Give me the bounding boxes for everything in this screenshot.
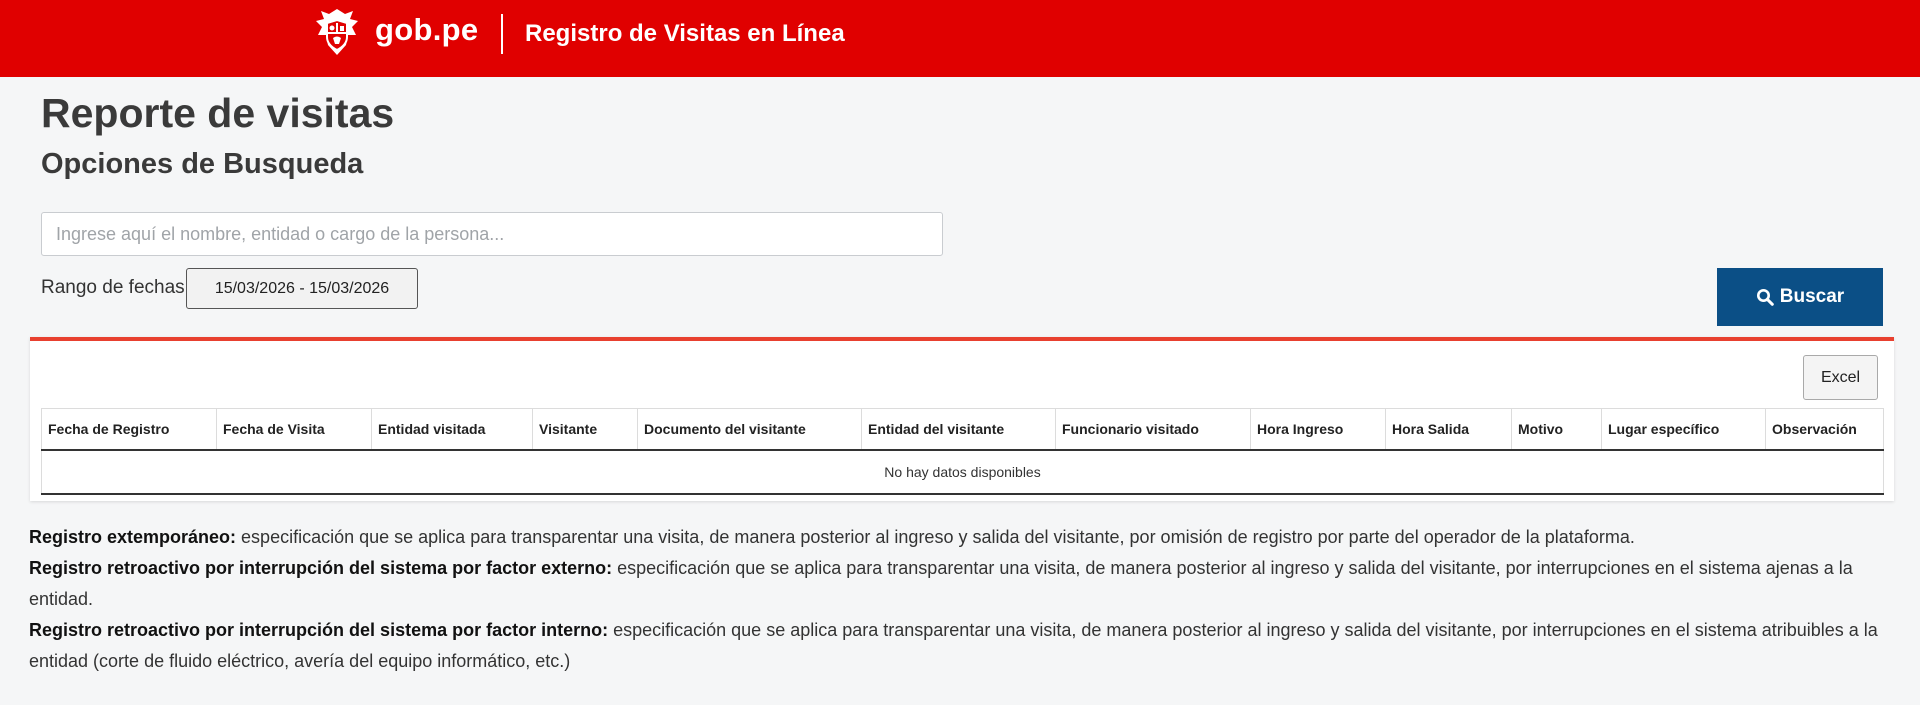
search-button[interactable]: Buscar [1717, 268, 1883, 326]
note-extemporaneo: Registro extemporáneo: especificación qu… [29, 522, 1899, 553]
column-header-funcionario-visitado[interactable]: Funcionario visitado [1055, 408, 1251, 451]
note-text: especificación que se aplica para transp… [236, 527, 1635, 547]
note-term: Registro retroactivo por interrupción de… [29, 620, 609, 640]
date-range-label: Rango de fechas [41, 277, 185, 298]
empty-table-message: No hay datos disponibles [41, 450, 1884, 495]
peru-coat-of-arms-icon[interactable] [310, 7, 364, 59]
note-retroactivo-interno: Registro retroactivo por interrupción de… [29, 615, 1899, 677]
note-term: Registro extemporáneo: [29, 527, 237, 547]
search-button-label: Buscar [1779, 286, 1845, 307]
column-header-visitante[interactable]: Visitante [532, 408, 638, 451]
search-input[interactable] [41, 212, 943, 256]
column-header-motivo[interactable]: Motivo [1511, 408, 1602, 451]
column-header-fecha-registro[interactable]: Fecha de Registro [41, 408, 217, 451]
column-header-entidad-visitante[interactable]: Entidad del visitante [861, 408, 1056, 451]
column-header-documento-visitante[interactable]: Documento del visitante [637, 408, 862, 451]
column-header-observacion[interactable]: Observación [1765, 408, 1884, 451]
table-row: No hay datos disponibles [41, 450, 1884, 495]
date-range-picker[interactable]: 15/03/2026 - 15/03/2026 [186, 268, 418, 309]
page-title: Reporte de visitas [41, 90, 395, 136]
column-header-entidad-visitada[interactable]: Entidad visitada [371, 408, 533, 451]
column-header-lugar-especifico[interactable]: Lugar específico [1601, 408, 1766, 451]
note-term: Registro retroactivo por interrupción de… [29, 558, 613, 578]
results-panel: Excel Fecha de Registro Fecha de Visita … [30, 337, 1894, 501]
visits-table: Fecha de Registro Fecha de Visita Entida… [41, 408, 1884, 495]
table-header-row: Fecha de Registro Fecha de Visita Entida… [41, 408, 1884, 451]
top-navigation-bar: gob.pe Registro de Visitas en Línea [0, 0, 1920, 77]
excel-export-button[interactable]: Excel [1803, 355, 1878, 400]
search-options-title: Opciones de Busqueda [41, 148, 364, 180]
brand-logo-text[interactable]: gob.pe [375, 12, 478, 48]
header-divider [501, 14, 503, 54]
column-header-hora-ingreso[interactable]: Hora Ingreso [1250, 408, 1386, 451]
column-header-fecha-visita[interactable]: Fecha de Visita [216, 408, 372, 451]
legend-notes: Registro extemporáneo: especificación qu… [29, 522, 1899, 677]
search-icon [1756, 289, 1774, 306]
note-retroactivo-externo: Registro retroactivo por interrupción de… [29, 553, 1899, 615]
column-header-hora-salida[interactable]: Hora Salida [1385, 408, 1512, 451]
app-title: Registro de Visitas en Línea [525, 20, 845, 47]
